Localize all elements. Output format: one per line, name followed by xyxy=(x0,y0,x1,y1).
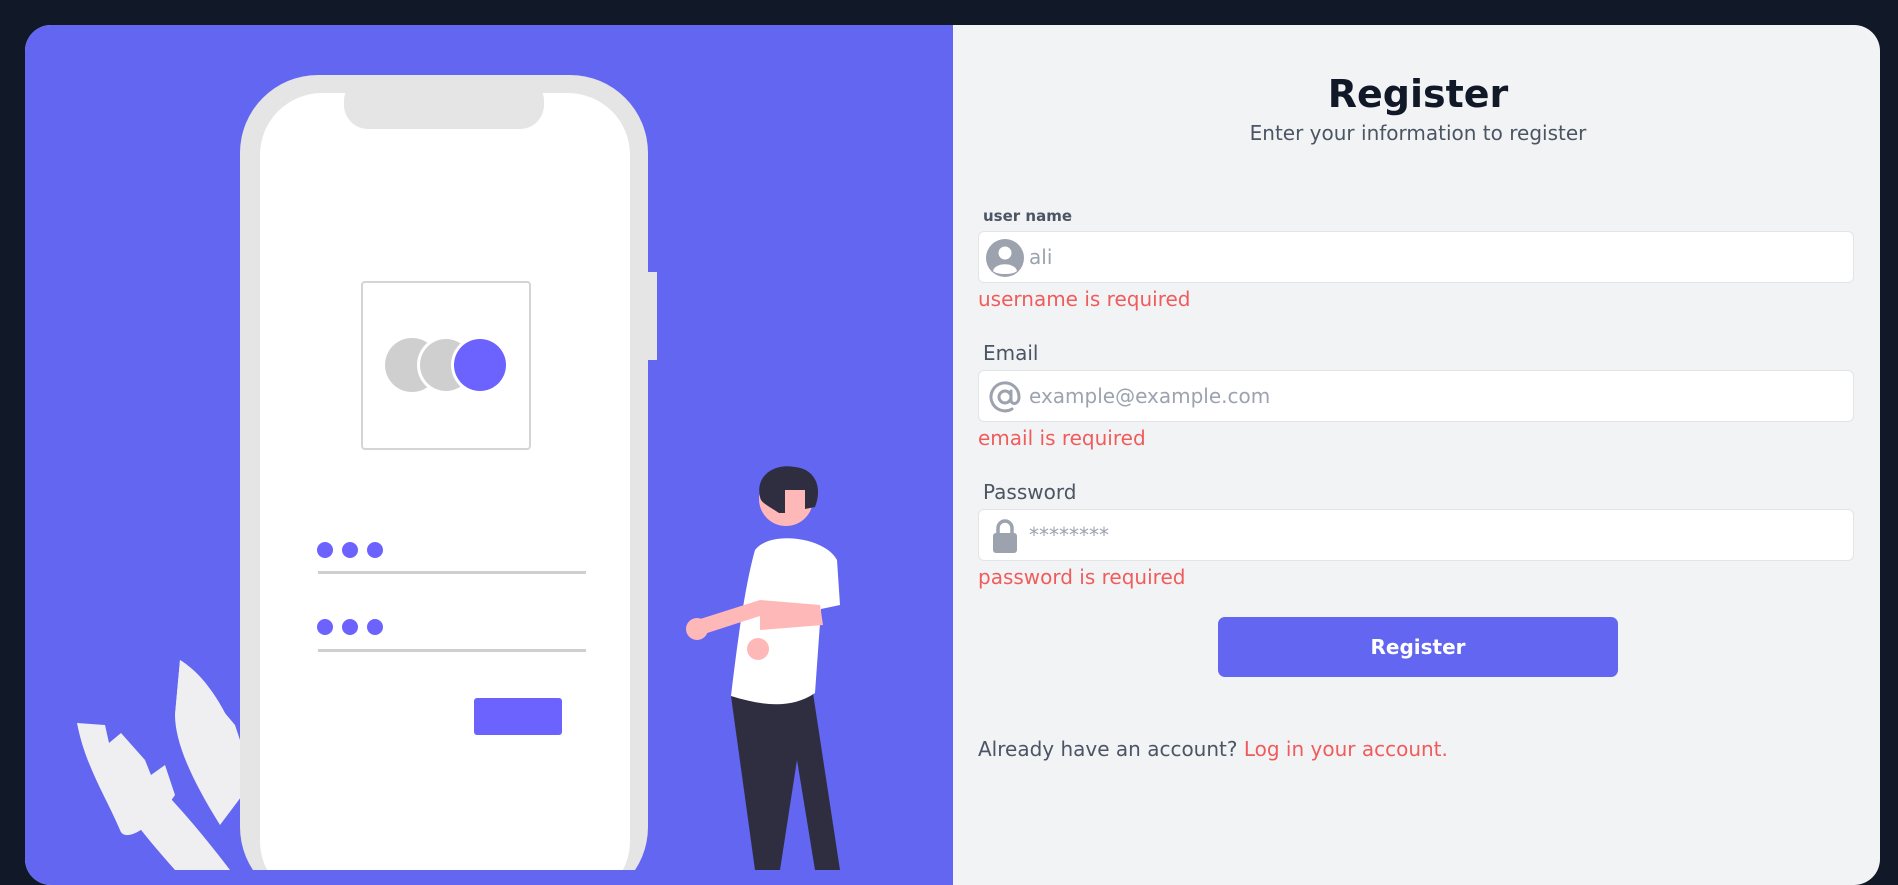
password-input[interactable] xyxy=(1029,510,1839,560)
page-subtitle: Enter your information to register xyxy=(1249,121,1587,145)
username-input[interactable] xyxy=(1029,232,1839,282)
register-button[interactable]: Register xyxy=(1218,617,1618,677)
email-field-wrapper xyxy=(978,370,1854,422)
leaf-plant-illustration xyxy=(77,660,250,870)
phone-illustration xyxy=(240,75,657,870)
register-form: Register Enter your information to regis… xyxy=(978,25,1858,885)
register-card: Register Enter your information to regis… xyxy=(25,25,1880,885)
user-icon xyxy=(986,239,1024,277)
username-error: username is required xyxy=(978,287,1191,311)
login-prompt-text: Already have an account? xyxy=(978,737,1244,761)
at-icon xyxy=(989,381,1021,413)
email-input[interactable] xyxy=(1029,371,1839,421)
password-error: password is required xyxy=(978,565,1186,589)
page-title: Register xyxy=(1327,72,1509,116)
login-link[interactable]: Log in your account. xyxy=(1244,737,1448,761)
signup-illustration xyxy=(77,75,840,870)
illustration-panel xyxy=(25,25,953,885)
email-error: email is required xyxy=(978,426,1146,450)
username-label: user name xyxy=(983,207,1073,225)
username-field-wrapper xyxy=(978,231,1854,283)
lock-icon xyxy=(993,519,1017,553)
password-label: Password xyxy=(983,480,1077,504)
login-prompt: Already have an account? Log in your acc… xyxy=(978,737,1448,761)
person-illustration xyxy=(686,466,840,870)
password-field-wrapper xyxy=(978,509,1854,561)
email-label: Email xyxy=(983,341,1039,365)
